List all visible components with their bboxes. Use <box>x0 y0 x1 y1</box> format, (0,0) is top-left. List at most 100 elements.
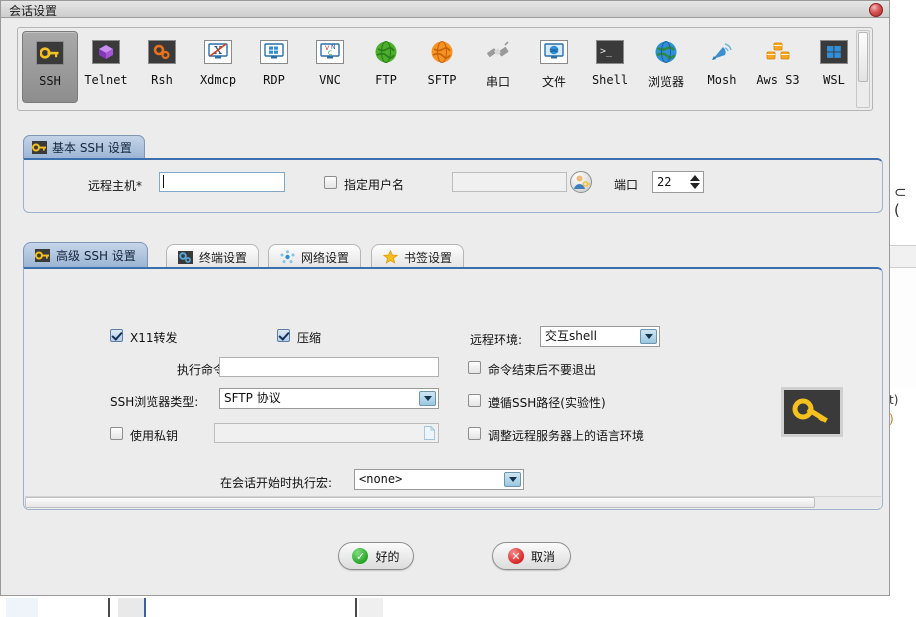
protocol-item-shell[interactable]: >_ Shell <box>582 31 638 103</box>
remote-host-input[interactable] <box>159 172 285 192</box>
port-increment-icon[interactable] <box>690 175 700 181</box>
protocol-item-serial[interactable]: 串口 <box>470 31 526 103</box>
basic-ssh-body: 远程主机* 指定用户名 端口 22 <box>23 158 883 213</box>
protocol-item-rsh[interactable]: Rsh <box>134 31 190 103</box>
protocol-item-rdp[interactable]: RDP <box>246 31 302 103</box>
background-glyph: ⊂ ( <box>894 183 907 219</box>
ssh-browser-type-label: SSH浏览器类型: <box>110 395 199 409</box>
remote-environment-label: 远程环境: <box>470 333 523 347</box>
protocol-item-vnc[interactable]: VNC VNC <box>302 31 358 103</box>
macro-on-start-value: <none> <box>359 472 403 486</box>
advanced-panel-hscrollbar-thumb[interactable] <box>25 497 815 508</box>
use-private-key-checkbox[interactable] <box>110 427 123 440</box>
ssh-browser-type-select[interactable]: SFTP 协议 <box>219 388 439 409</box>
port-stepper[interactable]: 22 <box>652 171 704 193</box>
protocol-item-ftp[interactable]: FTP <box>358 31 414 103</box>
port-label: 端口 <box>614 178 639 192</box>
gears-icon <box>178 250 193 264</box>
ok-button[interactable]: ✓ 好的 <box>338 542 414 570</box>
remote-environment-value: 交互shell <box>545 329 597 343</box>
specify-username-checkbox[interactable] <box>324 176 337 189</box>
cancel-button[interactable]: ✕ 取消 <box>492 542 571 570</box>
remote-environment-select[interactable]: 交互shell <box>540 326 660 347</box>
chevron-down-icon[interactable] <box>419 391 436 406</box>
protocol-item-aws-s3[interactable]: Aws S3 <box>750 31 806 103</box>
background-cell <box>6 598 38 617</box>
star-icon <box>383 250 398 264</box>
advanced-panel-hscrollbar[interactable] <box>25 496 881 508</box>
chevron-down-icon[interactable] <box>504 472 521 487</box>
chevron-down-icon[interactable] <box>640 329 657 344</box>
tab-terminal-settings[interactable]: 终端设置 <box>166 244 260 269</box>
protocol-label: Shell <box>591 73 629 87</box>
protocol-label: SFTP <box>427 73 457 87</box>
exec-command-input[interactable] <box>219 357 439 377</box>
cancel-button-label: 取消 <box>530 549 555 564</box>
use-private-key-label: 使用私钥 <box>130 429 179 443</box>
satellite-icon <box>707 37 737 67</box>
tab-label: 终端设置 <box>199 250 248 265</box>
follow-ssh-path-checkbox[interactable] <box>468 394 481 407</box>
file-icon[interactable] <box>424 426 435 445</box>
basic-ssh-group: 基本 SSH 设置 远程主机* 指定用户名 端口 22 <box>23 135 883 213</box>
specify-username-label: 指定用户名 <box>344 178 405 192</box>
protocol-toolbar-strip: SSH Telnet Rsh Xdmcp RDP V N C VNC FTP S… <box>18 28 872 110</box>
user-key-icon[interactable] <box>570 171 592 193</box>
protocol-label: SSH <box>39 74 61 88</box>
x-monitor-icon: X <box>203 37 233 67</box>
private-key-input[interactable] <box>214 423 439 443</box>
background-divider <box>108 598 110 617</box>
page-title: 会话设置 <box>9 4 58 18</box>
x11-forwarding-checkbox[interactable] <box>110 329 123 342</box>
protocol-item-wsl[interactable]: WSL <box>806 31 862 103</box>
tab-basic-ssh-settings[interactable]: 基本 SSH 设置 <box>23 135 145 158</box>
protocol-label: Mosh <box>707 73 737 87</box>
protocol-label: FTP <box>375 73 397 87</box>
windows-icon <box>819 37 849 67</box>
background-cell <box>118 598 144 617</box>
dialog-title-bar: 会话设置 <box>1 1 889 18</box>
protocol-toolbar[interactable]: SSH Telnet Rsh Xdmcp RDP V N C VNC FTP S… <box>17 27 873 111</box>
blue-globe-icon <box>651 37 681 67</box>
macro-on-start-label: 在会话开始时执行宏: <box>220 476 333 490</box>
protocol-label: Rsh <box>151 73 173 87</box>
session-settings-dialog: 会话设置 SSH Telnet Rsh Xdmcp RDP V N C VNC … <box>0 0 890 596</box>
tab-label: 网络设置 <box>301 250 350 265</box>
protocol-item-browser[interactable]: 浏览器 <box>638 31 694 103</box>
key-icon <box>35 248 50 262</box>
tab-network-settings[interactable]: 网络设置 <box>268 244 362 269</box>
macro-on-start-select[interactable]: <none> <box>354 469 524 490</box>
green-globe-icon <box>371 37 401 67</box>
protocol-label: 浏览器 <box>647 75 684 89</box>
close-icon[interactable] <box>869 3 883 17</box>
vnc-monitor-icon: VNC <box>315 37 345 67</box>
protocol-label: Telnet <box>84 73 128 87</box>
no-exit-after-command-checkbox[interactable] <box>468 361 481 374</box>
background-divider <box>355 598 357 617</box>
toolbar-scrollbar-thumb[interactable] <box>858 32 868 82</box>
key-icon <box>32 140 47 154</box>
protocol-item-telnet[interactable]: Telnet <box>78 31 134 103</box>
protocol-item-ssh[interactable]: SSH <box>22 31 78 103</box>
protocol-item-files[interactable]: 文件 <box>526 31 582 103</box>
cube-icon <box>91 37 121 67</box>
protocol-item-sftp[interactable]: SFTP <box>414 31 470 103</box>
protocol-item-mosh[interactable]: Mosh <box>694 31 750 103</box>
key-icon <box>35 38 65 68</box>
no-exit-after-command-label: 命令结束后不要退出 <box>488 363 597 377</box>
background-fragment-1: t) <box>889 393 899 407</box>
orange-globe-icon <box>427 37 457 67</box>
username-input[interactable] <box>452 172 567 192</box>
compression-checkbox[interactable] <box>277 329 290 342</box>
toolbar-scrollbar[interactable] <box>856 30 870 108</box>
protocol-label: 文件 <box>541 75 566 89</box>
adjust-locale-checkbox[interactable] <box>468 427 481 440</box>
protocol-item-xdmcp[interactable]: X Xdmcp <box>190 31 246 103</box>
tab-label: 书签设置 <box>404 250 453 265</box>
protocol-label: RDP <box>263 73 285 87</box>
tab-bookmark-settings[interactable]: 书签设置 <box>371 244 465 269</box>
advanced-settings-notebook: 高级 SSH 设置 终端设置 网络设置 书签设置 X11转发 压缩 执行命令: … <box>23 242 883 510</box>
tab-advanced-ssh-settings[interactable]: 高级 SSH 设置 <box>23 242 148 267</box>
port-decrement-icon[interactable] <box>690 183 700 189</box>
basic-ssh-tabrow: 基本 SSH 设置 <box>23 135 145 159</box>
